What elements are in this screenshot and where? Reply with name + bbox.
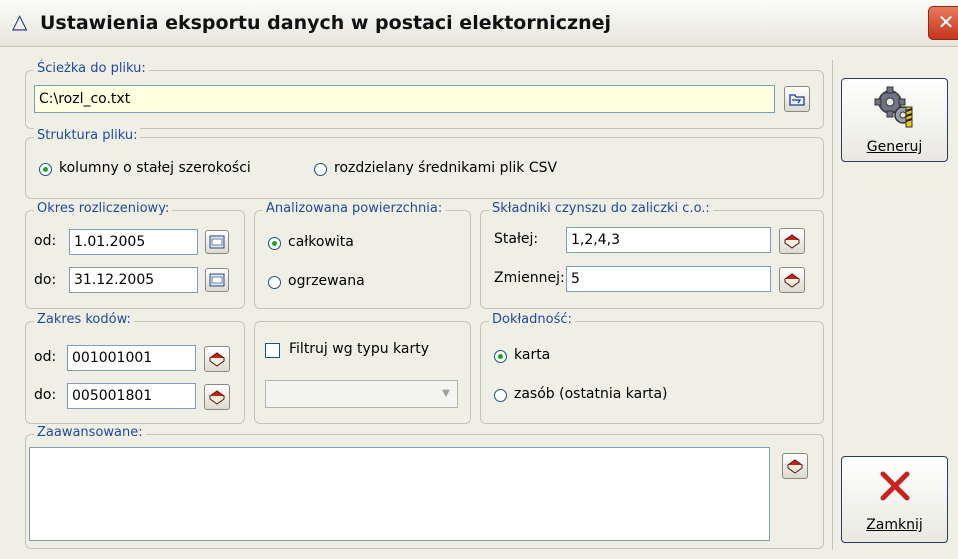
variable-rent-label: Zmiennej: bbox=[494, 270, 565, 286]
period-from-input[interactable] bbox=[69, 229, 198, 255]
warning-triangle-icon: △ bbox=[12, 9, 28, 33]
close-button[interactable]: Zamknij bbox=[841, 456, 948, 543]
fixed-rent-book-button[interactable] bbox=[779, 228, 805, 254]
advanced-book-button[interactable] bbox=[782, 453, 808, 479]
radio-resource-last-card[interactable] bbox=[494, 389, 507, 402]
radio-total-area[interactable] bbox=[268, 237, 281, 250]
dialog-window: △ Ustawienia eksportu danych w postaci e… bbox=[0, 0, 958, 559]
file-path-input[interactable] bbox=[34, 85, 775, 113]
billing-period-legend: Okres rozliczeniowy: bbox=[34, 201, 173, 216]
period-to-calendar-button[interactable] bbox=[205, 268, 229, 292]
title-bar: △ Ustawienia eksportu danych w postaci e… bbox=[0, 0, 958, 47]
code-from-label: od: bbox=[34, 349, 57, 365]
close-button-label: Zamknij bbox=[866, 517, 923, 533]
button-panel-divider bbox=[832, 60, 833, 550]
generate-button-label: Generuj bbox=[866, 139, 923, 155]
variable-rent-input[interactable] bbox=[566, 266, 771, 292]
accuracy-legend: Dokładność: bbox=[489, 312, 575, 327]
radio-resource-last-card-label: zasób (ostatnia karta) bbox=[514, 386, 668, 402]
gears-icon bbox=[874, 86, 913, 128]
radio-csv[interactable] bbox=[314, 163, 327, 176]
card-type-select[interactable]: ▼ bbox=[265, 380, 458, 408]
rent-components-group: Składniki czynszu do zaliczki c.o.: Stał… bbox=[480, 201, 824, 309]
file-structure-legend: Struktura pliku: bbox=[34, 128, 141, 143]
period-from-calendar-button[interactable] bbox=[205, 230, 229, 254]
variable-rent-book-button[interactable] bbox=[779, 267, 805, 293]
x-icon bbox=[880, 471, 910, 501]
radio-csv-label: rozdzielany średnikami plik CSV bbox=[334, 160, 558, 176]
code-to-input[interactable] bbox=[67, 383, 196, 409]
file-path-legend: Ścieżka do pliku: bbox=[34, 61, 149, 76]
card-type-filter-group: Filtruj wg typu karty ▼ bbox=[254, 321, 471, 424]
code-to-label: do: bbox=[34, 387, 57, 403]
advanced-group: Zaawansowane: bbox=[25, 425, 824, 549]
filter-card-type-checkbox[interactable] bbox=[265, 343, 280, 358]
calendar-icon bbox=[209, 273, 225, 287]
book-icon bbox=[784, 234, 800, 249]
code-from-book-button[interactable] bbox=[204, 346, 230, 372]
generate-button[interactable]: Generuj bbox=[841, 78, 948, 162]
filter-card-type-label: Filtruj wg typu karty bbox=[289, 341, 430, 357]
radio-fixed-width-label: kolumny o stałej szerokości bbox=[59, 160, 251, 176]
book-icon bbox=[209, 352, 225, 367]
window-title: Ustawienia eksportu danych w postaci ele… bbox=[40, 12, 612, 34]
file-structure-group: Struktura pliku: kolumny o stałej szerok… bbox=[25, 128, 824, 199]
radio-fixed-width[interactable] bbox=[39, 163, 52, 176]
browse-path-button[interactable] bbox=[784, 86, 810, 112]
advanced-legend: Zaawansowane: bbox=[34, 425, 146, 440]
radio-card-label: karta bbox=[514, 347, 551, 363]
advanced-textarea[interactable] bbox=[29, 447, 770, 541]
period-from-label: od: bbox=[34, 233, 57, 249]
fixed-rent-label: Stałej: bbox=[494, 231, 539, 247]
code-range-group: Zakres kodów: od: do: bbox=[25, 312, 245, 424]
code-range-legend: Zakres kodów: bbox=[34, 312, 134, 327]
folder-icon bbox=[789, 94, 805, 106]
calendar-icon bbox=[209, 235, 225, 249]
fixed-rent-input[interactable] bbox=[566, 227, 771, 253]
book-icon bbox=[787, 459, 803, 474]
code-from-input[interactable] bbox=[67, 345, 196, 371]
analyzed-area-legend: Analizowana powierzchnia: bbox=[263, 201, 446, 216]
close-window-button[interactable]: ✕ bbox=[928, 6, 958, 40]
radio-total-area-label: całkowita bbox=[288, 234, 354, 250]
radio-heated-area[interactable] bbox=[268, 276, 281, 289]
radio-card[interactable] bbox=[494, 350, 507, 363]
billing-period-group: Okres rozliczeniowy: od: do: bbox=[25, 201, 245, 309]
period-to-input[interactable] bbox=[69, 267, 198, 293]
accuracy-group: Dokładność: karta zasób (ostatnia karta) bbox=[480, 312, 824, 424]
radio-heated-area-label: ogrzewana bbox=[288, 273, 365, 289]
file-path-group: Ścieżka do pliku: bbox=[25, 61, 824, 129]
analyzed-area-group: Analizowana powierzchnia: całkowita ogrz… bbox=[254, 201, 471, 309]
close-icon: ✕ bbox=[937, 10, 955, 34]
chevron-down-icon: ▼ bbox=[442, 388, 450, 399]
book-icon bbox=[784, 273, 800, 288]
book-icon bbox=[209, 390, 225, 405]
code-to-book-button[interactable] bbox=[204, 384, 230, 410]
period-to-label: do: bbox=[34, 272, 57, 288]
rent-components-legend: Składniki czynszu do zaliczki c.o.: bbox=[489, 201, 713, 216]
